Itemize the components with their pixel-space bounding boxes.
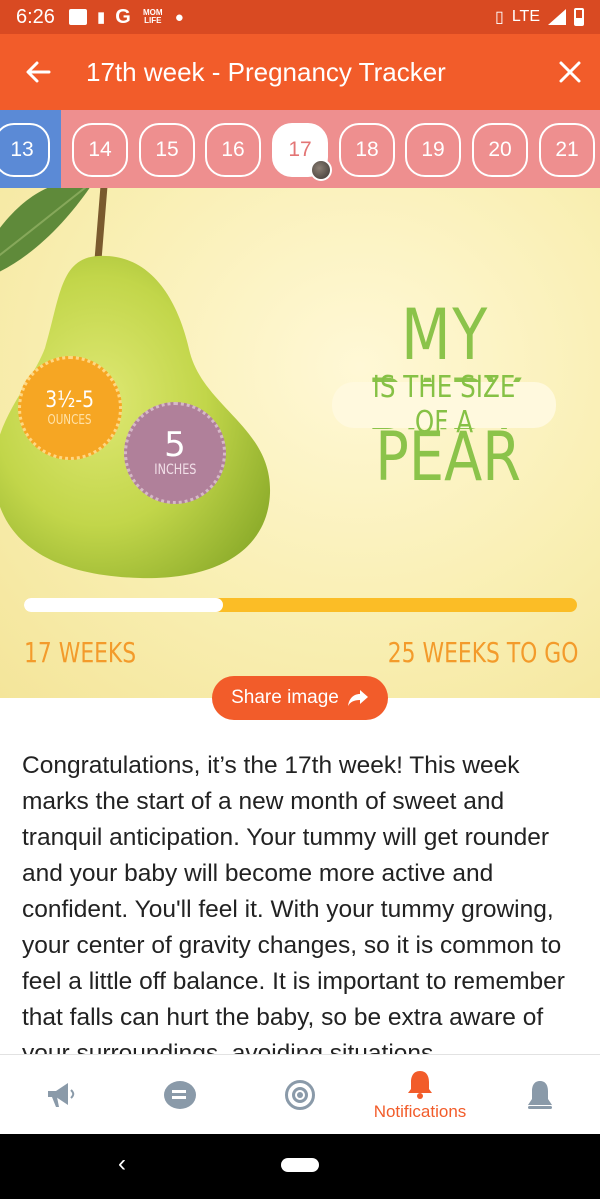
weight-badge: 3½-5 OUNCES (18, 356, 122, 460)
length-badge: 5 INCHES (124, 402, 226, 504)
megaphone-icon (48, 1082, 75, 1107)
signal-icon (548, 9, 566, 25)
stem-shape (94, 188, 108, 264)
week-chip-17[interactable]: 17 (272, 123, 332, 181)
system-back-icon[interactable]: ‹ (118, 1150, 126, 1178)
status-right: ▯ LTE (495, 7, 584, 27)
bottom-navigation: Notifications (0, 1054, 600, 1134)
app-bar: 17th week - Pregnancy Tracker (0, 34, 600, 110)
arrow-left-icon (26, 61, 51, 83)
close-icon (559, 61, 581, 83)
nav-item-tracker[interactable] (240, 1055, 360, 1134)
back-button[interactable] (0, 34, 76, 110)
week-chip-16[interactable]: 16 (205, 123, 261, 177)
share-image-button[interactable]: Share image (212, 676, 388, 720)
weight-unit: OUNCES (47, 413, 92, 428)
week-chip-19[interactable]: 19 (405, 123, 461, 177)
nav-item-notifications[interactable]: Notifications (360, 1055, 480, 1134)
week-chip-20[interactable]: 20 (472, 123, 528, 177)
week-article-text: Congratulations, it’s the 17th week! Thi… (22, 752, 565, 1054)
pregnancy-progress-bar (24, 598, 577, 612)
google-icon: G (115, 5, 131, 28)
weeks-left-label: 25 WEEKS TO GO (387, 636, 578, 669)
week-chip-21[interactable]: 21 (539, 123, 595, 177)
status-bar: 6:26 ▮ G MOM LIFE ● ▯ LTE (0, 0, 600, 34)
length-value: 5 (164, 425, 186, 465)
week-chip-14[interactable]: 14 (72, 123, 128, 177)
week-chip-18[interactable]: 18 (339, 123, 395, 177)
network-label: LTE (511, 8, 540, 25)
close-button[interactable] (540, 34, 600, 110)
length-unit: INCHES (153, 462, 197, 478)
baby-size-image: MY BABY IS THE SIZE OF A PEAR 3½-5 OUNCE… (0, 188, 600, 698)
avatar (310, 159, 332, 181)
alert-notification-icon: ▮ (96, 9, 106, 26)
weeks-done-label: 17 WEEKS (24, 636, 137, 669)
week-selector: 13 14 15 16 17 18 19 20 21 (0, 110, 600, 188)
profile-icon (528, 1080, 552, 1109)
target-icon (285, 1079, 315, 1110)
week-chip-13[interactable]: 13 (0, 123, 50, 177)
more-notifications-icon: ● (174, 8, 184, 26)
week-chip-15[interactable]: 15 (139, 123, 195, 177)
battery-icon (574, 8, 584, 26)
weight-value: 3½-5 (45, 388, 95, 413)
nav-item-announcements[interactable] (0, 1055, 120, 1134)
nav-item-profile[interactable] (480, 1055, 600, 1134)
nav-item-chat[interactable] (120, 1055, 240, 1134)
status-time: 6:26 (16, 5, 55, 28)
page-title: 17th week - Pregnancy Tracker (86, 56, 446, 87)
hero-line-fruit: PEAR (375, 418, 522, 497)
image-notification-icon (68, 9, 87, 25)
mom-life-icon: MOM LIFE (142, 8, 163, 25)
system-home-button[interactable] (281, 1158, 319, 1172)
share-arrow-icon (347, 690, 368, 706)
pregnancy-progress-fill (24, 598, 224, 612)
vibrate-icon: ▯ (495, 9, 504, 26)
share-button-label: Share image (231, 687, 339, 708)
system-navigation-bar: ‹ (0, 1134, 600, 1199)
week-chip-label: 17 (288, 138, 312, 161)
nav-label-notifications: Notifications (373, 1101, 467, 1121)
bell-icon (408, 1070, 432, 1099)
chat-icon (164, 1080, 196, 1109)
